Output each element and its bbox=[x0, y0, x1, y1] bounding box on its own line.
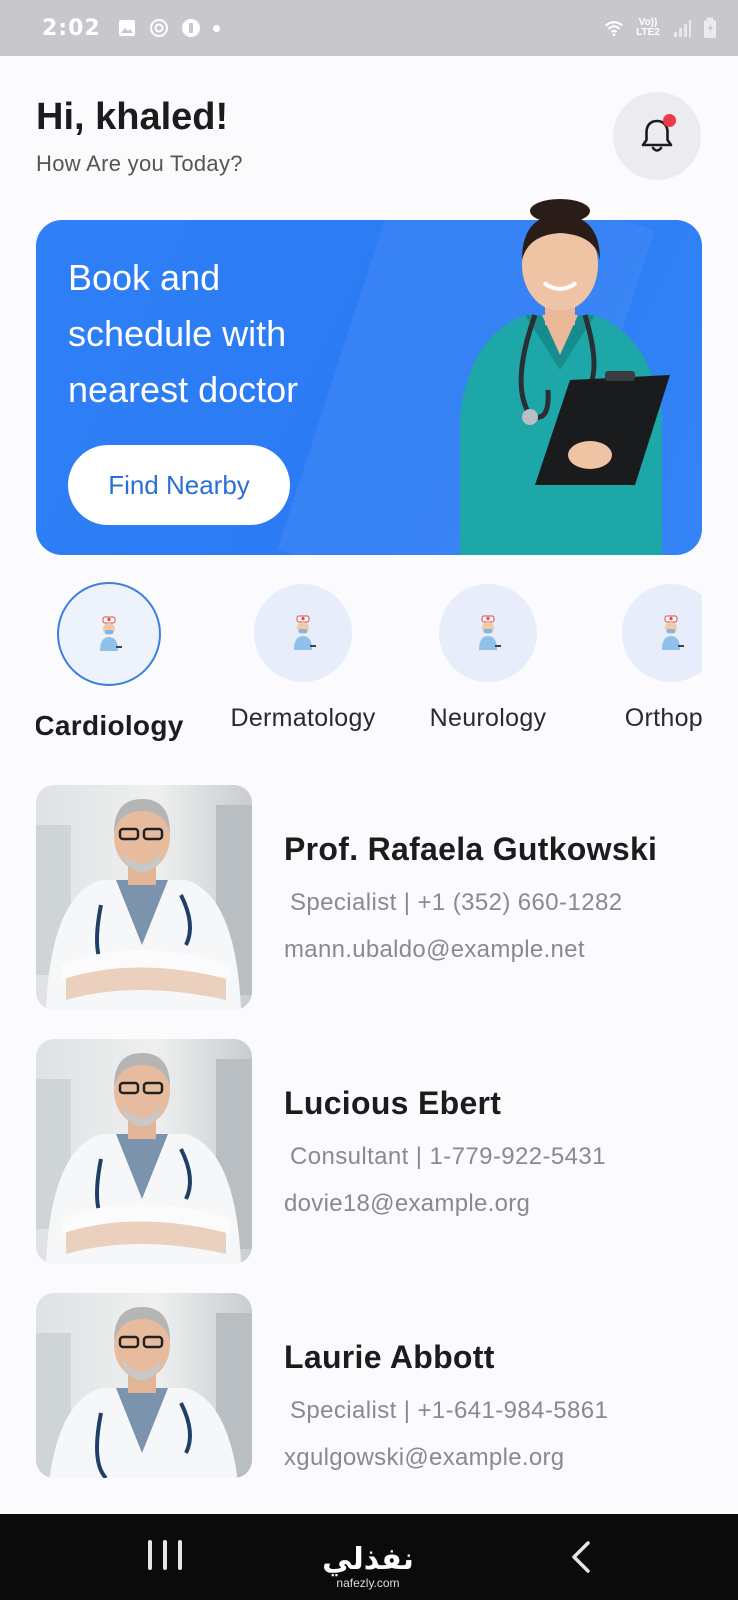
doctor-name: Prof. Rafaela Gutkowski bbox=[284, 831, 658, 867]
notification-badge bbox=[663, 114, 676, 127]
nurse-icon bbox=[100, 616, 122, 651]
battery-icon bbox=[700, 17, 720, 38]
category-avatar bbox=[622, 584, 702, 682]
doctor-name: Laurie Abbott bbox=[284, 1339, 495, 1375]
male-doctor-image bbox=[36, 799, 252, 1010]
doctor-card[interactable]: Prof. Rafaela Gutkowski Specialist | +1 … bbox=[36, 785, 702, 1010]
back-chevron-icon[interactable] bbox=[566, 1540, 596, 1574]
status-time: 2:02 bbox=[42, 15, 101, 41]
doctor-name: Lucious Ebert bbox=[284, 1085, 502, 1121]
category-neurology[interactable]: Neurology bbox=[393, 582, 583, 733]
home-button[interactable]: نفذلي nafezly.com bbox=[318, 1532, 418, 1592]
category-label: Neurology bbox=[429, 704, 547, 732]
chatgpt-icon bbox=[149, 18, 169, 38]
notifications-button[interactable] bbox=[613, 92, 701, 180]
category-label: Cardiology bbox=[36, 710, 184, 741]
doctor-info: Consultant | 1-779-922-5431 bbox=[290, 1143, 606, 1170]
doctor-photo bbox=[36, 1039, 252, 1264]
doctor-info: Specialist | +1-641-984-5861 bbox=[290, 1397, 609, 1424]
female-doctor-illustration bbox=[460, 199, 670, 555]
find-nearby-button[interactable]: Find Nearby bbox=[68, 445, 290, 525]
more-notifications-dot bbox=[212, 24, 220, 32]
doctor-photo bbox=[36, 1293, 252, 1478]
recents-button[interactable] bbox=[148, 1540, 182, 1570]
male-doctor-image bbox=[36, 1307, 252, 1478]
specialty-categories: Cardiology Dermatology Neurology Orthope bbox=[36, 582, 702, 752]
nurse-icon bbox=[662, 615, 684, 650]
wifi-icon bbox=[604, 18, 624, 38]
system-icons: Vo)) LTE2 bbox=[604, 17, 720, 38]
category-label: Orthope bbox=[624, 704, 702, 732]
watermark-url: nafezly.com bbox=[336, 1576, 400, 1590]
category-avatar bbox=[254, 584, 352, 682]
doctor-card[interactable]: Lucious Ebert Consultant | 1-779-922-543… bbox=[36, 1039, 702, 1264]
watermark-logo: نفذلي bbox=[322, 1542, 414, 1577]
network-label: Vo)) LTE2 bbox=[636, 17, 660, 38]
signal-icon bbox=[672, 18, 692, 38]
category-orthopedics[interactable]: Orthope bbox=[576, 582, 702, 733]
doctor-email: dovie18@example.org bbox=[284, 1190, 531, 1217]
app-icon bbox=[181, 18, 201, 38]
greeting-subtitle: How Are you Today? bbox=[36, 151, 243, 176]
notification-icons bbox=[117, 18, 220, 38]
nurse-icon bbox=[294, 615, 316, 650]
doctor-photo bbox=[36, 785, 252, 1010]
nurse-icon bbox=[479, 615, 501, 650]
doctor-info: Specialist | +1 (352) 660-1282 bbox=[290, 889, 623, 916]
category-label: Dermatology bbox=[230, 704, 376, 732]
doctor-email: xgulgowski@example.org bbox=[284, 1444, 565, 1471]
male-doctor-image bbox=[36, 1053, 252, 1264]
doctor-card[interactable]: Laurie Abbott Specialist | +1-641-984-58… bbox=[36, 1293, 702, 1518]
category-avatar bbox=[439, 584, 537, 682]
category-avatar bbox=[57, 582, 161, 686]
system-nav-bar: نفذلي nafezly.com bbox=[0, 1514, 738, 1600]
category-dermatology[interactable]: Dermatology bbox=[208, 582, 398, 733]
greeting-title: Hi, khaled! bbox=[36, 96, 229, 138]
status-bar: 2:02 Vo)) LTE2 bbox=[0, 0, 738, 56]
banner-title: Book and schedule with nearest doctor bbox=[68, 257, 299, 410]
category-cardiology[interactable]: Cardiology bbox=[36, 582, 204, 742]
doctor-email: mann.ubaldo@example.net bbox=[284, 936, 585, 963]
gallery-icon bbox=[117, 18, 137, 38]
